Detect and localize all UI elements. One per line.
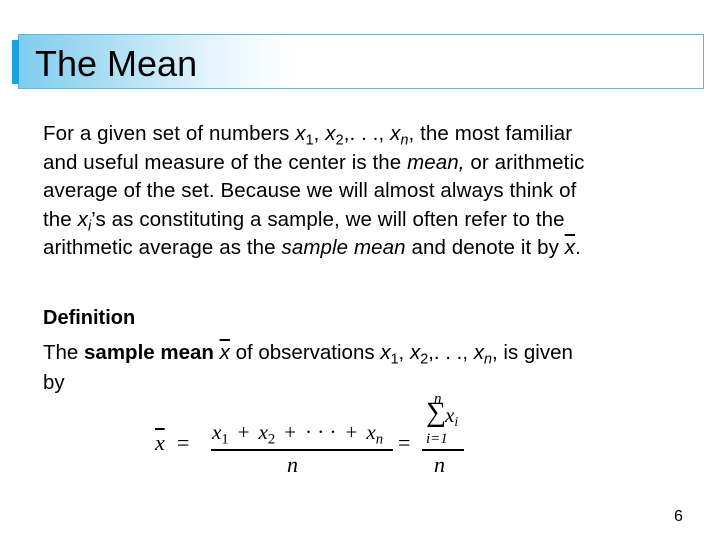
intro-line-3: average of the set. Because we will almo…	[43, 179, 577, 203]
x-bar-symbol: x	[564, 236, 576, 260]
formula-denominator-1: n	[287, 452, 298, 477]
summation-term: xi	[445, 403, 459, 430]
sample-mean-formula: x = x1 + x2 + · · · + xn n = n ∑ xi i=1 n	[150, 391, 480, 485]
definition-line-1: The sample mean x of observations x1, x2…	[43, 341, 573, 368]
formula-denominator-2: n	[434, 452, 445, 477]
summation-sigma-icon: ∑	[426, 397, 446, 428]
formula-numerator: x1 + x2 + · · · + xn	[212, 420, 384, 448]
formula-x-bar: x	[155, 430, 165, 455]
formula-fraction-bar-1	[211, 449, 393, 451]
formula-fraction-bar-2	[422, 449, 464, 451]
formula-equals-1: =	[177, 430, 190, 455]
intro-line-5: arithmetic average as the sample mean an…	[43, 236, 581, 260]
definition-heading: Definition	[43, 307, 136, 329]
slide-title: The Mean	[35, 43, 198, 84]
term-sample-mean: sample mean	[281, 236, 406, 260]
intro-line-4: the xi’s as constituting a sample, we wi…	[43, 207, 565, 235]
title-accent-bar	[12, 40, 19, 84]
definition-body: The sample mean x of observations x1, x2…	[43, 338, 683, 398]
term-mean: mean,	[407, 150, 465, 174]
term-sample-mean-bold: sample mean	[84, 341, 214, 364]
intro-paragraph: For a given set of numbers x1, x2,. . .,…	[43, 120, 683, 263]
formula-equals-2: =	[398, 430, 411, 455]
definition-line-2: by	[43, 371, 65, 394]
page-number: 6	[674, 508, 683, 525]
x-bar-symbol: x	[219, 341, 230, 364]
intro-line-2: and useful measure of the center is the …	[43, 150, 585, 174]
summation-lower-limit: i=1	[426, 431, 448, 447]
intro-line-1: For a given set of numbers x1, x2,. . .,…	[43, 122, 573, 149]
